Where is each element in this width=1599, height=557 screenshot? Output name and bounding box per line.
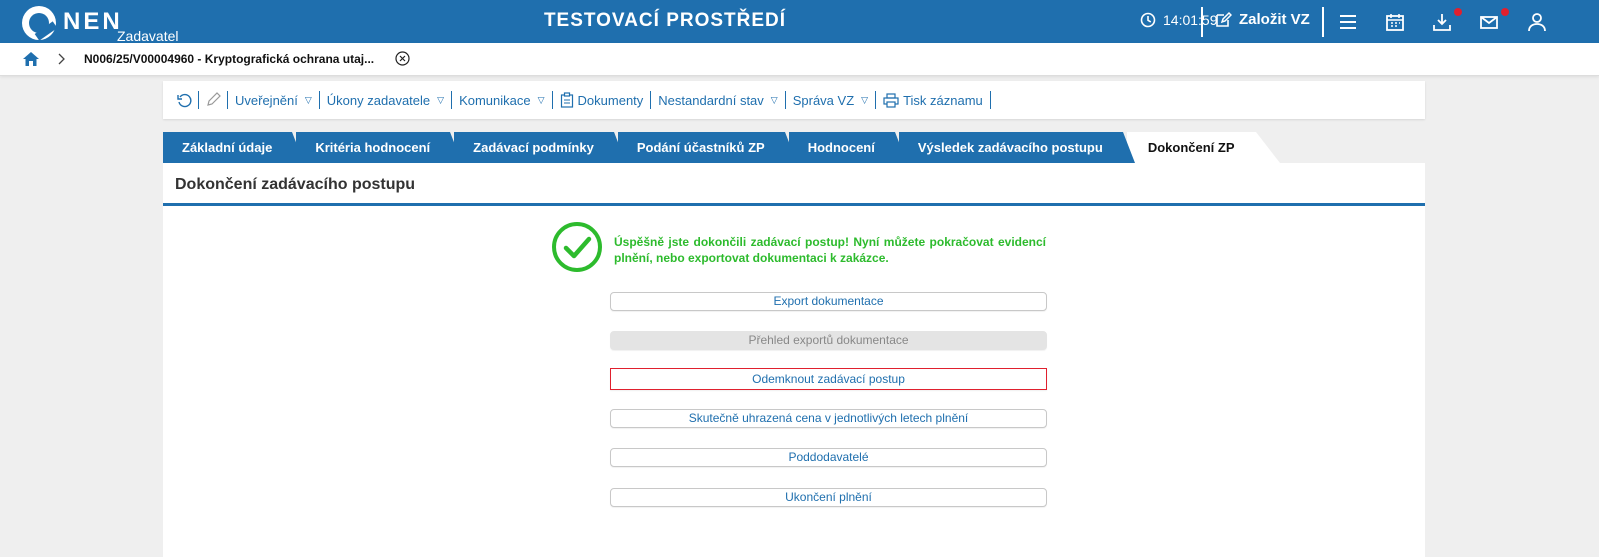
downloads-button[interactable] [1431, 8, 1462, 33]
messages-button[interactable] [1478, 8, 1509, 33]
tab-label: Podání účastníků ZP [636, 140, 765, 155]
mail-icon [1480, 16, 1498, 29]
section-tabs: Základní údaje Kritéria hodnocení Zadáva… [163, 132, 1280, 163]
toolbar-print-record[interactable]: Tisk záznamu [876, 91, 991, 109]
edit-button[interactable] [199, 91, 228, 109]
toolbar-nonstandard-state[interactable]: Nestandardní stav ▽ [651, 91, 786, 109]
dropdown-icon: ▽ [537, 94, 545, 105]
tab-label: Kritéria hodnocení [315, 140, 431, 155]
toolbar-communication[interactable]: Komunikace ▽ [452, 91, 553, 109]
top-bar: NEN Zadavatel TESTOVACÍ PROSTŘEDÍ 14:01:… [0, 0, 1599, 44]
tab-label: Hodnocení [807, 140, 875, 155]
tab-label: Výsledek zadávacího postupu [917, 140, 1103, 155]
tab-evaluation-criteria[interactable]: Kritéria hodnocení [296, 132, 463, 163]
create-vz-label: Založit VZ [1239, 11, 1310, 28]
toolbar-label: Úkony zadavatele [326, 92, 431, 108]
dropdown-icon: ▽ [770, 94, 778, 105]
environment-title: TESTOVACÍ PROSTŘEDÍ [543, 10, 787, 31]
breadcrumb: N006/25/V00004960 - Kryptografická ochra… [0, 43, 1599, 76]
clock-icon [1140, 12, 1156, 28]
divider [1322, 7, 1324, 37]
check-circle-icon [552, 222, 602, 272]
success-message: Úspěšně jste dokončili zadávací postup! … [551, 221, 1046, 277]
breadcrumb-item-contract[interactable]: N006/25/V00004960 - Kryptografická ochra… [84, 52, 374, 66]
page-title: Dokončení zadávacího postupu [175, 176, 416, 193]
tab-participant-bids[interactable]: Podání účastníků ZP [617, 132, 797, 163]
tab-label: Zadávací podmínky [473, 140, 594, 155]
calendar-icon[interactable] [1384, 11, 1406, 33]
export-documentation-button[interactable]: Export dokumentace [610, 292, 1047, 311]
tab-label: Základní údaje [182, 140, 273, 155]
tab-basic-info[interactable]: Základní údaje [163, 132, 305, 163]
tab-procedure-result[interactable]: Výsledek zadávacího postupu [898, 132, 1135, 163]
refresh-button[interactable] [171, 91, 199, 109]
printer-icon [883, 92, 899, 108]
toolbar-label: Komunikace [459, 92, 531, 108]
actual-price-button[interactable]: Skutečně uhrazená cena v jednotlivých le… [610, 409, 1047, 428]
notification-dot [1501, 8, 1509, 16]
toolbar-label: Tisk záznamu [903, 92, 983, 108]
notification-dot [1454, 8, 1462, 16]
chevron-right-icon [58, 53, 65, 65]
menu-icon[interactable] [1337, 11, 1359, 33]
subcontractors-button[interactable]: Poddodavatelé [610, 448, 1047, 467]
refresh-icon [177, 93, 192, 107]
export-overview-button: Přehled exportů dokumentace [610, 331, 1047, 350]
toolbar-label: Nestandardní stav [658, 92, 764, 108]
session-clock: 14:01:59 [1140, 12, 1218, 28]
toolbar-contracting-actions[interactable]: Úkony zadavatele ▽ [320, 91, 453, 109]
dropdown-icon: ▽ [304, 94, 312, 105]
divider [163, 203, 1425, 206]
user-icon[interactable] [1526, 11, 1548, 33]
end-fulfillment-button[interactable]: Ukončení plnění [610, 488, 1047, 507]
dropdown-icon: ▽ [437, 94, 445, 105]
tab-completion[interactable]: Dokončení ZP [1126, 132, 1280, 163]
tab-label: Dokončení ZP [1147, 140, 1235, 155]
tab-evaluation[interactable]: Hodnocení [788, 132, 908, 163]
toolbar-documents[interactable]: Dokumenty [553, 91, 652, 109]
completion-panel: Dokončení zadávacího postupu Úspěšně jst… [163, 163, 1425, 557]
home-icon[interactable] [22, 51, 40, 67]
toolbar-publication[interactable]: Uveřejnění ▽ [228, 91, 320, 109]
action-toolbar: Uveřejnění ▽ Úkony zadavatele ▽ Komunikace… [163, 81, 1425, 119]
toolbar-label: Správa VZ [792, 92, 855, 108]
toolbar-vz-management[interactable]: Správa VZ ▽ [786, 91, 877, 109]
pencil-icon [207, 92, 221, 106]
toolbar-label: Dokumenty [577, 92, 644, 108]
tab-tender-conditions[interactable]: Zadávací podmínky [454, 132, 626, 163]
create-vz-button[interactable]: Založit VZ [1215, 11, 1310, 28]
clipboard-icon [560, 92, 573, 108]
unlock-procedure-button[interactable]: Odemknout zadávací postup [610, 368, 1047, 390]
download-icon [1433, 14, 1451, 31]
toolbar-label: Uveřejnění [235, 92, 298, 108]
dropdown-icon: ▽ [861, 94, 869, 105]
divider [1201, 7, 1203, 37]
close-icon[interactable] [395, 51, 410, 66]
edit-icon [1216, 11, 1232, 27]
clock-time: 14:01:59 [1163, 12, 1218, 28]
success-text: Úspěšně jste dokončili zadávací postup! … [614, 235, 1046, 265]
